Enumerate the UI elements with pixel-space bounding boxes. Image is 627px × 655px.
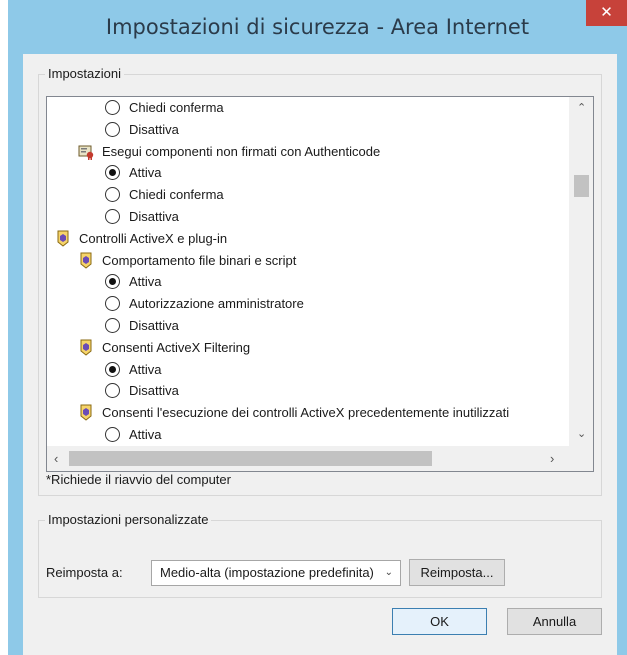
gear-shield-icon (80, 404, 92, 421)
window-title: Impostazioni di sicurezza - Area Interne… (105, 15, 530, 39)
radio-button[interactable] (105, 318, 120, 333)
gear-shield-icon (80, 252, 92, 269)
scroll-left-icon[interactable]: ‹ (54, 451, 58, 466)
gear-shield-icon (80, 339, 92, 356)
category-item: Controlli ActiveX e plug-in (55, 228, 569, 249)
restart-note: *Richiede il riavvio del computer (46, 472, 231, 487)
radio-button[interactable] (105, 383, 120, 399)
close-button[interactable]: ✕ (586, 0, 627, 26)
scroll-right-icon[interactable]: › (550, 451, 554, 466)
option-label: Esegui componenti non firmati con Authen… (102, 143, 381, 159)
radio-button[interactable] (105, 121, 120, 137)
custom-settings-group-title: Impostazioni personalizzate (45, 512, 212, 527)
radio-option[interactable]: Autorizzazione amministratore (105, 293, 569, 314)
settings-list[interactable]: Chiedi conferma Disattiva Esegui component… (46, 96, 594, 472)
option-label: Chiedi conferma (129, 187, 224, 203)
dialog-window: Impostazioni di sicurezza - Area Interne… (8, 0, 627, 655)
cancel-button[interactable]: Annulla (507, 608, 602, 635)
reset-button[interactable]: Reimposta... (409, 559, 505, 586)
radio-option[interactable]: Chiedi conferma (105, 97, 569, 118)
title-bar[interactable]: Impostazioni di sicurezza - Area Interne… (8, 0, 627, 54)
option-label: Chiedi conferma (129, 100, 224, 115)
radio-button[interactable] (105, 427, 120, 442)
radio-button[interactable] (105, 187, 120, 203)
option-label: Attiva (129, 165, 162, 181)
vertical-scroll-thumb[interactable] (574, 175, 589, 197)
horizontal-scrollbar[interactable]: ‹ › (47, 446, 569, 471)
setting-item: Esegui componenti non firmati con Authen… (78, 141, 569, 162)
option-label: Consenti l'esecuzione dei controlli Acti… (102, 405, 510, 421)
setting-item: Comportamento file binari e script (78, 250, 569, 271)
radio-option[interactable]: Attiva (105, 359, 569, 380)
close-icon: ✕ (600, 4, 613, 21)
dialog-client: Impostazioni Chiedi conferma Disattiva Ese… (23, 54, 617, 655)
radio-option[interactable]: Disattiva (105, 206, 569, 227)
chevron-down-icon: ⌄ (384, 567, 393, 578)
certificate-icon (78, 145, 94, 160)
option-label: Attiva (129, 274, 162, 290)
option-label: Comportamento file binari e script (102, 252, 297, 268)
vertical-scrollbar[interactable]: ⌃ ⌄ (569, 97, 593, 446)
gear-shield-icon (57, 230, 69, 247)
radio-option[interactable]: Disattiva (105, 380, 569, 401)
radio-button[interactable] (105, 296, 120, 312)
option-label: Disattiva (129, 209, 179, 224)
radio-button[interactable] (105, 361, 120, 377)
option-label: Controlli ActiveX e plug-in (79, 230, 228, 246)
radio-button[interactable] (105, 209, 120, 224)
radio-option[interactable]: Chiedi conferma (105, 184, 569, 205)
scroll-up-icon[interactable]: ⌃ (577, 101, 586, 114)
option-label: Consenti ActiveX Filtering (102, 339, 251, 355)
radio-button[interactable] (105, 100, 120, 115)
settings-tree: Chiedi conferma Disattiva Esegui component… (47, 97, 569, 446)
settings-group-title: Impostazioni (45, 66, 124, 81)
option-label: Autorizzazione amministratore (129, 296, 304, 312)
option-label: Attiva (129, 427, 162, 442)
horizontal-scroll-thumb[interactable] (69, 451, 432, 466)
reset-level-dropdown[interactable]: Medio-alta (impostazione predefinita) ⌄ (151, 560, 401, 586)
radio-option[interactable]: Attiva (105, 271, 569, 292)
option-label: Disattiva (129, 318, 179, 333)
option-label: Disattiva (129, 383, 179, 399)
ok-button[interactable]: OK (392, 608, 487, 635)
custom-settings-group: Impostazioni personalizzate (38, 512, 602, 598)
reset-to-label: Reimposta a: (46, 565, 123, 580)
setting-item: Consenti l'esecuzione dei controlli Acti… (78, 402, 569, 423)
option-label: Attiva (129, 361, 162, 377)
radio-option[interactable]: Attiva (105, 162, 569, 183)
reset-level-value: Medio-alta (impostazione predefinita) (160, 565, 374, 580)
setting-item: Consenti ActiveX Filtering (78, 337, 569, 358)
scroll-corner (569, 446, 593, 471)
radio-option[interactable]: Disattiva (105, 119, 569, 140)
option-label: Disattiva (129, 121, 179, 137)
radio-button[interactable] (105, 274, 120, 290)
radio-button[interactable] (105, 165, 120, 181)
scroll-down-icon[interactable]: ⌄ (577, 427, 586, 440)
radio-option[interactable]: Attiva (105, 424, 569, 445)
radio-option[interactable]: Disattiva (105, 315, 569, 336)
